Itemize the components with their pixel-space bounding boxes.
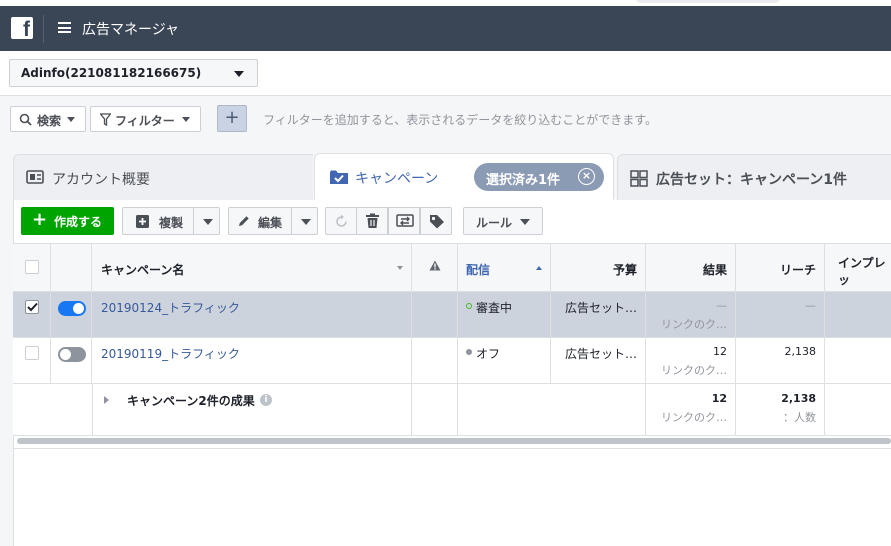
- ab-test-button[interactable]: [388, 207, 420, 235]
- tag-icon: [430, 215, 444, 229]
- edit-button-label: 編集: [258, 216, 283, 230]
- header-budget[interactable]: 予算: [551, 244, 646, 291]
- account-overview-icon: [26, 170, 44, 184]
- edit-button[interactable]: 編集: [228, 207, 318, 235]
- tab-account-label: アカウント概要: [52, 172, 150, 188]
- summary-label: キャンペーン2件の成果: [127, 394, 255, 408]
- select-all-checkbox[interactable]: [25, 260, 39, 274]
- summary-results-value: 12: [711, 392, 727, 405]
- horizontal-scrollbar[interactable]: [17, 438, 891, 444]
- account-name: Adinfo(221081182166675): [21, 66, 202, 80]
- rules-button[interactable]: ルール: [463, 207, 543, 235]
- facebook-logo-icon[interactable]: f: [11, 17, 33, 41]
- header-impressions[interactable]: インプレッ: [825, 244, 891, 291]
- sort-ascending-icon: [536, 266, 542, 270]
- chevron-down-icon: [182, 117, 190, 122]
- clear-selection-icon[interactable]: ×: [578, 168, 595, 185]
- add-filter-button[interactable]: +: [217, 105, 247, 132]
- search-button-label: 検索: [37, 114, 62, 128]
- selected-count-pill[interactable]: 選択済み1件 ×: [474, 163, 604, 191]
- account-selector[interactable]: Adinfo(221081182166675): [9, 59, 258, 87]
- swap-icon: [396, 214, 414, 227]
- delivery-status: 審査中: [476, 301, 513, 315]
- header-reach[interactable]: リーチ: [736, 244, 825, 291]
- funnel-icon: [100, 113, 111, 126]
- checkmark-icon: [27, 302, 38, 312]
- table-row[interactable]: 20190124_トラフィック 審査中 広告セット… — リンクのク… —: [13, 292, 891, 338]
- budget-value: 広告セット…: [565, 347, 638, 361]
- plus-icon: +: [32, 209, 48, 230]
- in-review-status-icon: [466, 303, 472, 309]
- info-icon[interactable]: i: [260, 394, 272, 406]
- chevron-down-icon[interactable]: [203, 219, 213, 225]
- chevron-down-icon: [67, 117, 75, 122]
- summary-row: キャンペーン2件の成果 i 12 リンクのク… 2,138 ：人数: [13, 384, 891, 436]
- delete-button[interactable]: [356, 207, 388, 235]
- browser-pill: [636, 0, 780, 3]
- create-button-label: 作成する: [54, 215, 103, 229]
- budget-value: 広告セット…: [565, 301, 638, 315]
- table-row[interactable]: 20190119_トラフィック オフ 広告セット… 12 リンクのク… 2,13…: [13, 338, 891, 384]
- summary-reach-subtitle: ：人数: [783, 411, 816, 424]
- duplicate-button[interactable]: 複製: [122, 207, 220, 235]
- account-bar: Adinfo(221081182166675): [0, 51, 891, 96]
- header-campaign-name[interactable]: キャンペーン名: [92, 244, 412, 291]
- summary-reach-value: 2,138: [781, 392, 816, 405]
- browser-strip: [0, 0, 891, 6]
- campaign-toggle[interactable]: [58, 301, 86, 316]
- results-value: —: [716, 299, 727, 312]
- chevron-down-icon[interactable]: [301, 219, 311, 225]
- folder-check-icon: [330, 170, 348, 184]
- results-subtitle: リンクのク…: [661, 318, 727, 331]
- filter-button-label: フィルター: [115, 114, 175, 128]
- rules-button-label: ルール: [476, 216, 513, 230]
- header-results[interactable]: 結果: [646, 244, 736, 291]
- chevron-down-icon: [520, 219, 530, 225]
- row-checkbox[interactable]: [25, 300, 39, 314]
- tab-campaigns-label: キャンペーン: [355, 171, 439, 187]
- campaign-name-link[interactable]: 20190119_トラフィック: [101, 345, 240, 362]
- table-bottom-divider: [14, 448, 891, 449]
- tab-account-overview[interactable]: アカウント概要: [13, 154, 313, 200]
- tab-ad-sets-label: 広告セット：キャンペーン1件: [656, 172, 848, 188]
- header-delivery[interactable]: 配信: [458, 244, 551, 291]
- reach-value: —: [805, 299, 816, 312]
- duplicate-icon: [136, 215, 149, 228]
- search-icon: [19, 113, 32, 126]
- refresh-button[interactable]: [325, 207, 357, 235]
- off-status-icon: [466, 349, 472, 355]
- summary-results-subtitle: リンクのク…: [661, 411, 727, 424]
- reach-value: 2,138: [784, 345, 817, 358]
- trash-icon: [366, 213, 379, 228]
- chevron-down-icon: [234, 71, 244, 77]
- filter-button[interactable]: フィルター: [90, 106, 201, 132]
- warning-icon: [429, 260, 441, 271]
- header-warning[interactable]: [412, 244, 458, 291]
- delivery-status: オフ: [476, 347, 501, 361]
- create-button[interactable]: + 作成する: [21, 207, 114, 235]
- campaign-name-link[interactable]: 20190124_トラフィック: [101, 299, 240, 316]
- refresh-icon: [336, 214, 347, 227]
- search-button[interactable]: 検索: [10, 106, 86, 132]
- row-checkbox[interactable]: [25, 346, 39, 360]
- tab-ad-sets[interactable]: 広告セット：キャンペーン1件: [617, 154, 891, 200]
- filter-hint: フィルターを追加すると、表示されるデータを絞り込むことができます。: [263, 113, 658, 127]
- top-bar: f 広告マネージャ: [0, 0, 891, 51]
- campaign-toggle[interactable]: [58, 347, 86, 362]
- menu-icon[interactable]: [58, 22, 71, 33]
- pencil-icon: [239, 216, 249, 226]
- table-header: キャンペーン名 配信 予算 結果 リーチ インプレッ: [13, 243, 891, 292]
- topbar-divider: [43, 15, 44, 43]
- results-subtitle: リンクのク…: [661, 364, 727, 377]
- grid-icon: [630, 170, 648, 187]
- tag-button[interactable]: [420, 207, 452, 235]
- expand-arrow-icon[interactable]: [104, 396, 109, 404]
- sort-caret-icon: [397, 266, 403, 270]
- selected-count-label: 選択済み1件: [486, 173, 561, 188]
- duplicate-button-label: 複製: [159, 216, 184, 230]
- app-title: 広告マネージャ: [82, 22, 180, 38]
- results-value: 12: [713, 345, 727, 358]
